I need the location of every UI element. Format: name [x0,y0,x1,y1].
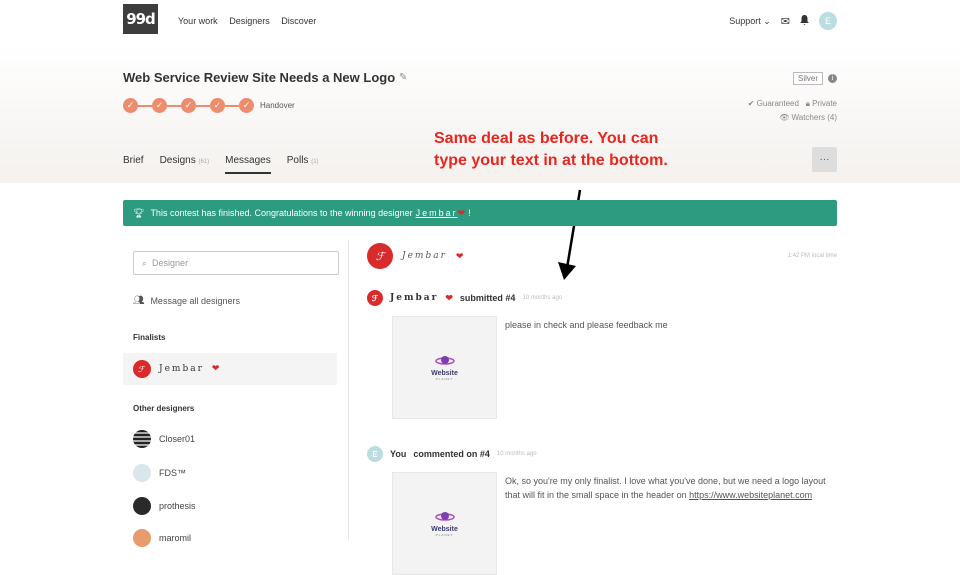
step-label: Handover [260,101,295,110]
heart-icon: ❤ [455,250,464,261]
progress-steps: ✓ ✓ ✓ ✓ ✓ Handover [123,98,295,113]
chat-header: ℱ Jembar ❤ [367,243,463,269]
message-all-designers[interactable]: 👥︎ Message all designers [133,295,240,306]
heart-icon: ❤ [211,364,222,374]
contest-tabs: Brief Designs (61) Messages Polls (1) [123,155,319,174]
user-avatar: E [367,446,383,462]
top-navbar: 99d Your work Designers Discover Support… [0,0,960,44]
99designs-logo[interactable]: 99d [123,4,158,34]
finalists-heading: Finalists [133,333,166,342]
designer-avatar: ℱ [133,360,151,378]
support-menu[interactable]: Support ⌄ [729,16,771,27]
designer-name[interactable]: Jembar [402,251,447,261]
design-thumbnail[interactable]: Website PLANET [392,316,497,419]
search-icon: ⌕ [142,257,148,268]
chat-entry: ℱ Jembar ❤ submitted #4 10 months ago [367,290,562,306]
winner-link[interactable]: Jembar [416,208,458,218]
contest-title: Web Service Review Site Needs a New Logo [123,70,396,85]
info-icon[interactable]: i [828,74,837,83]
message-text: please in check and please feedback me [505,320,668,330]
design-thumbnail[interactable]: Website PLANET [392,472,497,575]
website-link[interactable]: https://www.websiteplanet.com [689,490,812,500]
other-designers-heading: Other designers [133,404,195,413]
tier-badge: Silver [793,72,824,85]
avatar [133,464,151,482]
step-check-icon: ✓ [210,98,225,113]
mail-icon[interactable]: ✉ [781,15,790,28]
more-options-button[interactable]: ··· [812,147,837,172]
designer-search-input[interactable]: ⌕ Designer [133,251,339,275]
tab-brief[interactable]: Brief [123,155,144,174]
avatar [133,497,151,515]
chevron-down-icon: ⌄ [763,15,771,26]
user-controls: Support ⌄ ✉ E [729,12,837,30]
heart-icon: ❤ [445,292,453,303]
contest-meta: ✔ Guaranteed 🔒︎ Private [747,99,837,108]
step-check-icon: ✓ [123,98,138,113]
watchers[interactable]: 👁︎ Watchers (4) [779,113,837,122]
local-time: 1:42 PM local time [787,253,837,259]
edit-pencil-icon[interactable]: ✎ [399,72,407,83]
tab-polls[interactable]: Polls (1) [287,155,319,174]
designer-item[interactable]: prothesis [133,497,196,515]
step-check-icon: ✓ [239,98,254,113]
contest-finished-banner: 🏆︎ This contest has finished. Congratula… [123,200,837,226]
step-check-icon: ✓ [152,98,167,113]
nav-designers[interactable]: Designers [229,16,270,26]
designer-avatar[interactable]: ℱ [367,243,393,269]
tutorial-annotation: Same deal as before. You can type your t… [434,130,668,169]
planet-icon [434,356,455,365]
nav-discover[interactable]: Discover [281,16,316,26]
eye-icon: 👁︎ [779,113,790,122]
avatar [133,430,151,448]
heart-icon: ❤ [457,207,466,218]
check-circle-icon: ✔ [747,99,755,108]
nav-your-work[interactable]: Your work [178,16,218,26]
designer-item[interactable]: Closer01 [133,430,195,448]
designer-item[interactable]: FDS™ [133,464,186,482]
user-avatar[interactable]: E [819,12,837,30]
message-text: Ok, so you're my only finalist. I love w… [505,476,826,500]
main-nav: Your work Designers Discover [178,16,325,26]
trophy-icon: 🏆︎ [133,207,145,218]
finalist-jembar[interactable]: ℱ Jembar ❤ [123,353,337,385]
chat-entry: E You commented on #4 10 months ago [367,446,537,462]
tab-messages[interactable]: Messages [225,155,271,174]
avatar [133,529,151,547]
tab-designs[interactable]: Designs (61) [160,155,210,174]
designer-avatar: ℱ [367,290,383,306]
designer-sidebar: ⌕ Designer 👥︎ Message all designers Fina… [123,240,349,547]
planet-icon [434,512,455,521]
bell-icon[interactable] [800,15,809,27]
lock-icon: 🔒︎ [805,99,810,108]
group-icon: 👥︎ [133,295,145,305]
designer-item[interactable]: maromil [133,529,191,547]
step-check-icon: ✓ [181,98,196,113]
